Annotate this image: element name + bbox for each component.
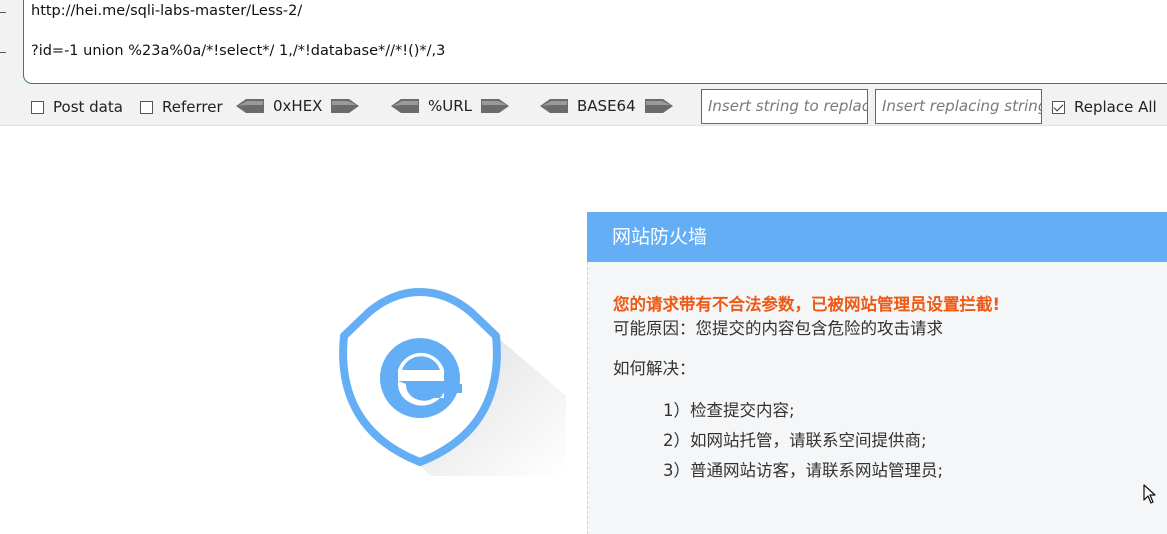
firewall-panel: 网站防火墙 您的请求带有不合法参数，已被网站管理员设置拦截! 可能原因：您提交的… xyxy=(587,212,1167,534)
referrer-label: Referrer xyxy=(162,98,223,116)
mouse-pointer-icon xyxy=(1143,484,1156,504)
gutter xyxy=(0,0,22,88)
post-data-label: Post data xyxy=(53,98,123,116)
panel-title: 网站防火墙 xyxy=(587,212,1167,262)
step-item: 1）检查提交内容; xyxy=(663,401,795,420)
step-item: 3）普通网站访客，请联系网站管理员; xyxy=(663,461,944,480)
insert-string-input[interactable]: Insert string to replace xyxy=(701,89,868,124)
double-arrow-left-icon[interactable] xyxy=(391,97,419,115)
double-arrow-right-icon[interactable] xyxy=(331,97,360,115)
post-data-checkbox[interactable] xyxy=(31,100,44,114)
referrer-toggle[interactable]: Referrer xyxy=(140,97,223,117)
gutter-mark xyxy=(0,52,6,53)
url-line-2[interactable]: ?id=-1 union %23a%0a/*!select*/ 1,/*!dat… xyxy=(31,43,445,59)
panel-body: 您的请求带有不合法参数，已被网站管理员设置拦截! 可能原因：您提交的内容包含危险… xyxy=(587,262,1167,534)
replacing-string-input[interactable]: Insert replacing string xyxy=(875,89,1042,124)
hex-label: 0xHEX xyxy=(273,97,323,115)
post-data-toggle[interactable]: Post data xyxy=(31,97,123,117)
double-arrow-left-icon[interactable] xyxy=(540,97,568,115)
step-item: 2）如网站托管，请联系空间提供商; xyxy=(663,431,927,450)
double-arrow-left-icon[interactable] xyxy=(236,97,264,115)
referrer-checkbox[interactable] xyxy=(140,100,153,114)
reason-text: 可能原因：您提交的内容包含危险的攻击请求 xyxy=(613,319,943,338)
double-arrow-right-icon[interactable] xyxy=(481,97,510,115)
url-line-1[interactable]: http://hei.me/sqli-labs-master/Less-2/ xyxy=(31,3,302,19)
base64-label: BASE64 xyxy=(577,97,636,115)
how-to-heading: 如何解决： xyxy=(613,359,696,378)
replace-all-toggle[interactable]: Replace All xyxy=(1052,97,1157,117)
double-arrow-right-icon[interactable] xyxy=(644,97,673,115)
replace-all-checkbox[interactable] xyxy=(1052,100,1065,114)
replace-all-label: Replace All xyxy=(1074,98,1157,116)
gutter-mark xyxy=(0,12,6,13)
shield-e-icon xyxy=(339,288,566,476)
base64-encoder[interactable]: BASE64 xyxy=(540,96,673,116)
url-encoder[interactable]: %URL xyxy=(391,96,510,116)
hex-encoder[interactable]: 0xHEX xyxy=(236,96,360,116)
warning-message: 您的请求带有不合法参数，已被网站管理员设置拦截! xyxy=(613,295,1001,314)
hackbar: http://hei.me/sqli-labs-master/Less-2/ ?… xyxy=(0,0,1167,126)
url-encode-label: %URL xyxy=(428,97,473,115)
